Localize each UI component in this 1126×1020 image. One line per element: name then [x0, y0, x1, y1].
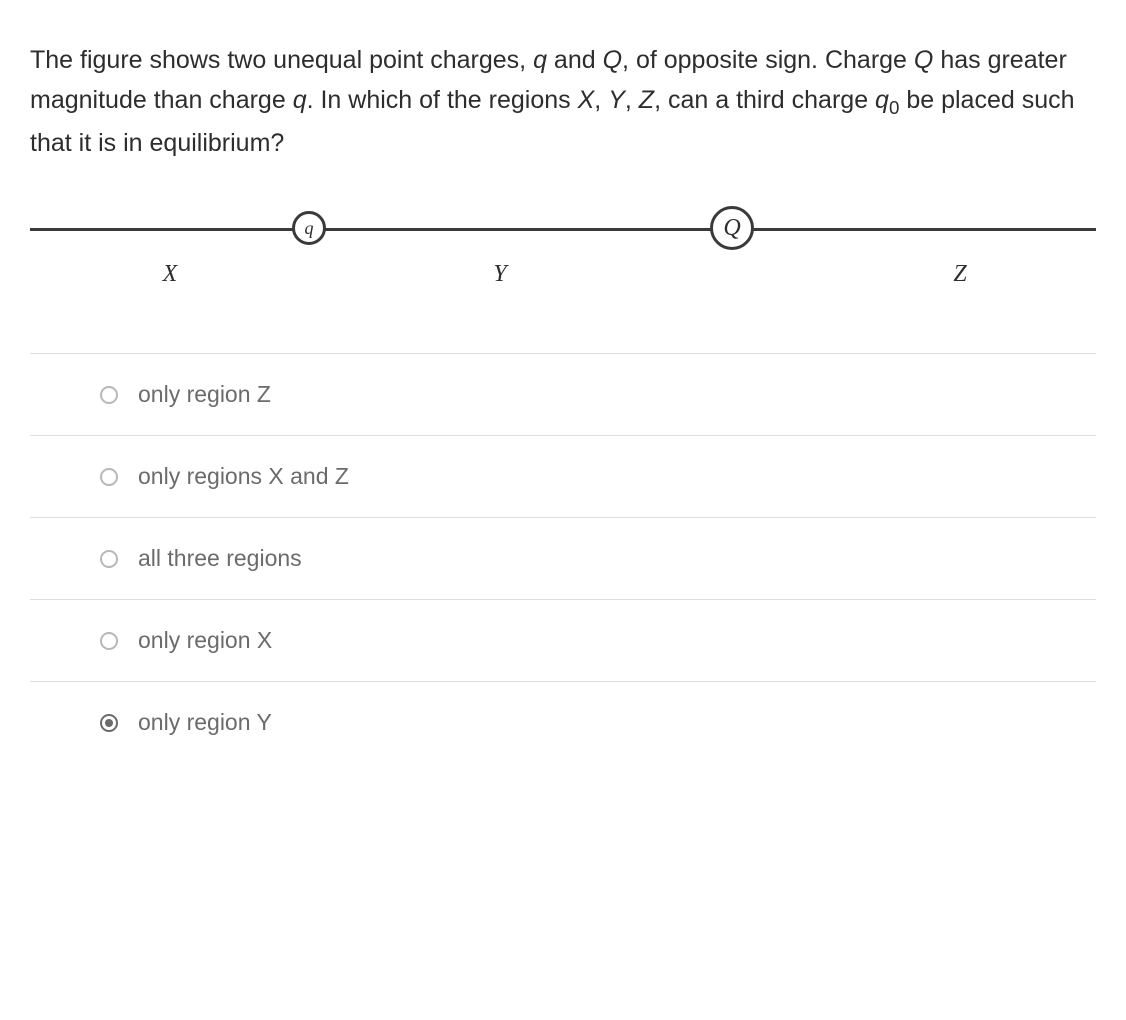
option-row[interactable]: all three regions: [30, 518, 1096, 600]
option-label: only region X: [138, 627, 272, 654]
charge-q-label: q: [305, 218, 314, 239]
charge-Q-label: Q: [723, 215, 740, 242]
option-label: all three regions: [138, 545, 302, 572]
radio-button[interactable]: [100, 550, 118, 568]
var-Y: Y: [608, 86, 625, 114]
charge-q: q: [292, 211, 326, 245]
option-row[interactable]: only region Y: [30, 682, 1096, 763]
var-q: q: [533, 46, 547, 74]
charge-Q: Q: [710, 206, 754, 250]
option-label: only region Y: [138, 709, 272, 736]
text-fragment: , can a third charge: [654, 86, 875, 114]
text-fragment: equilibrium?: [150, 129, 285, 157]
text-fragment: and: [547, 46, 603, 74]
radio-button[interactable]: [100, 468, 118, 486]
radio-button[interactable]: [100, 714, 118, 732]
var-q0-base: q: [875, 86, 889, 114]
figure-diagram: q Q X Y Z: [30, 203, 1096, 303]
option-row[interactable]: only region X: [30, 600, 1096, 682]
text-fragment: The figure shows two unequal point charg…: [30, 46, 533, 74]
text-fragment: Charge: [825, 46, 914, 74]
text-fragment: . In which of the: [307, 86, 482, 114]
var-Q: Q: [914, 46, 933, 74]
figure-line: [30, 228, 1096, 231]
text-fragment: ,: [594, 86, 608, 114]
var-q0-sub: 0: [889, 97, 899, 118]
question-text: The figure shows two unequal point charg…: [30, 40, 1096, 163]
text-fragment: , of opposite sign.: [622, 46, 818, 74]
region-label-z: Z: [953, 261, 966, 288]
option-row[interactable]: only regions X and Z: [30, 436, 1096, 518]
option-row[interactable]: only region Z: [30, 354, 1096, 436]
option-label: only regions X and Z: [138, 463, 349, 490]
option-label: only region Z: [138, 381, 271, 408]
radio-button[interactable]: [100, 632, 118, 650]
options-list: only region Z only regions X and Z all t…: [30, 353, 1096, 763]
var-Q: Q: [603, 46, 622, 74]
var-q: q: [293, 86, 307, 114]
text-fragment: regions: [489, 86, 578, 114]
region-label-y: Y: [493, 261, 506, 288]
radio-button[interactable]: [100, 386, 118, 404]
region-label-x: X: [163, 261, 178, 288]
var-X: X: [578, 86, 595, 114]
text-fragment: ,: [625, 86, 639, 114]
var-Z: Z: [639, 86, 654, 114]
